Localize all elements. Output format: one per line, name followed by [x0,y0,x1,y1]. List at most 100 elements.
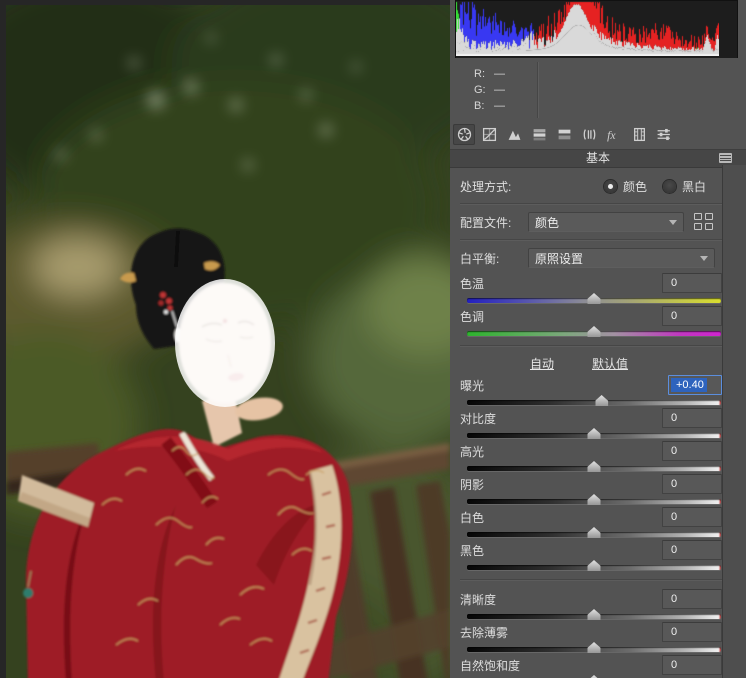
highlights-value-field[interactable]: 0 [662,441,722,461]
separator [460,203,722,205]
profile-dropdown[interactable]: 颜色 [528,212,684,232]
rgb-row-b: B: — [474,98,538,114]
panel-menu-icon[interactable] [719,153,732,163]
profile-browser-grid-icon[interactable] [694,213,714,231]
separator [460,239,722,241]
tab-split-toning[interactable] [553,124,575,145]
radio-bw-icon[interactable] [662,180,676,193]
tab-presets[interactable] [653,124,675,145]
slider-vibrance: 自然饱和度 0 [460,654,722,678]
slider-temp: 色温 0 [460,272,722,304]
lens-icon [583,129,595,140]
treatment-color-label: 颜色 [622,180,647,194]
vibrance-value-field[interactable]: 0 [662,655,722,675]
blacks-slider-track[interactable] [467,560,721,571]
highlights-label: 高光 [460,444,485,459]
section-header-basic: 基本 [450,150,746,168]
section-title: 基本 [585,151,610,165]
clarity-label: 清晰度 [460,592,497,607]
clarity-value-field[interactable]: 0 [662,589,722,609]
tab-effects[interactable]: fx [603,124,625,145]
rgb-row-r: R: — [474,66,538,82]
shadows-slider-track[interactable] [467,494,721,505]
treatment-bw-label: 黑白 [681,180,706,194]
tint-slider-track[interactable] [467,326,721,337]
exposure-slider-thumb[interactable] [595,395,609,406]
dehaze-value-field[interactable]: 0 [662,622,722,642]
b-value: — [494,100,506,112]
profile-row: 配置文件: 颜色 [460,208,722,236]
clarity-slider-track[interactable] [467,609,721,620]
slider-highlights: 高光 0 [460,440,722,472]
rgb-row-g: G: — [474,82,538,98]
slider-dehaze: 去除薄雾 0 [460,621,722,653]
exposure-slider-track[interactable] [467,395,721,406]
auto-default-links: 自动 默认值 [450,353,710,374]
dehaze-slider-thumb[interactable] [587,642,601,653]
sharpen-mountains-icon [508,130,520,140]
treatment-color-option[interactable]: 颜色 [603,178,647,195]
tab-basic[interactable] [453,124,475,145]
whites-slider-track[interactable] [467,527,721,538]
whites-value-field[interactable]: 0 [662,507,722,527]
face-privacy-oval [175,279,275,407]
separator [460,345,722,347]
calibration-film-icon [633,127,645,142]
rgb-readout: R: — G: — B: — [450,58,746,120]
chevron-down-icon [669,219,677,225]
clarity-slider-thumb[interactable] [587,609,601,620]
whites-label: 白色 [460,510,485,525]
dehaze-label: 去除薄雾 [460,625,509,640]
tab-hsl-grayscale[interactable] [528,124,550,145]
radio-color-icon[interactable] [603,180,617,193]
treatment-bw-option[interactable]: 黑白 [662,178,706,195]
svg-text:fx: fx [607,129,616,142]
g-label: G: [474,84,486,96]
white-balance-dropdown[interactable]: 原照设置 [528,248,715,268]
tint-value-field[interactable]: 0 [662,306,722,326]
tint-label: 色调 [460,309,485,324]
photo-preview [0,0,450,678]
shadows-value-field[interactable]: 0 [662,474,722,494]
tab-camera-calibration[interactable] [628,124,650,145]
default-link[interactable]: 默认值 [592,355,628,372]
r-value: — [494,68,506,80]
exposure-selected-text: +0.40 [671,378,707,392]
slider-contrast: 对比度 0 [460,407,722,439]
dehaze-slider-track[interactable] [467,642,721,653]
treatment-label: 处理方式: [460,180,512,194]
contrast-slider-thumb[interactable] [587,428,601,439]
shadows-slider-thumb[interactable] [587,494,601,505]
tab-detail[interactable] [503,124,525,145]
vibrance-label: 自然饱和度 [460,658,521,673]
exposure-value-field[interactable]: +0.40 [668,375,722,395]
slider-shadows: 阴影 0 [460,473,722,505]
slider-exposure: 曝光 +0.40 [460,374,722,406]
contrast-value-field[interactable]: 0 [662,408,722,428]
tint-slider-thumb[interactable] [587,326,601,337]
temp-slider-thumb[interactable] [587,293,601,304]
histogram-canvas[interactable] [456,1,719,56]
white-balance-value: 原照设置 [535,251,584,266]
blacks-value-field[interactable]: 0 [662,540,722,560]
tab-tone-curve[interactable] [478,124,500,145]
highlights-slider-thumb[interactable] [587,461,601,472]
temp-slider-track[interactable] [467,293,721,304]
basic-panel-content: 处理方式: 颜色 黑白 配置文件: 颜色 白平衡: 原照设置 色温 0 色调 0… [450,173,746,678]
highlights-slider-track[interactable] [467,461,721,472]
whites-slider-thumb[interactable] [587,527,601,538]
contrast-slider-track[interactable] [467,428,721,439]
b-label: B: [474,100,485,112]
panel-tabs-toolbar: fx [450,120,746,150]
histogram[interactable] [455,0,738,58]
separator [460,579,722,581]
exposure-label: 曝光 [460,378,485,393]
blacks-slider-thumb[interactable] [587,560,601,571]
temp-value-field[interactable]: 0 [662,273,722,293]
auto-link[interactable]: 自动 [530,355,554,372]
profile-value: 颜色 [535,215,560,230]
scrollbar-gutter[interactable] [722,165,746,678]
hsl-bars-icon [533,129,545,141]
profile-label: 配置文件: [460,215,512,230]
tab-lens-corrections[interactable] [578,124,600,145]
